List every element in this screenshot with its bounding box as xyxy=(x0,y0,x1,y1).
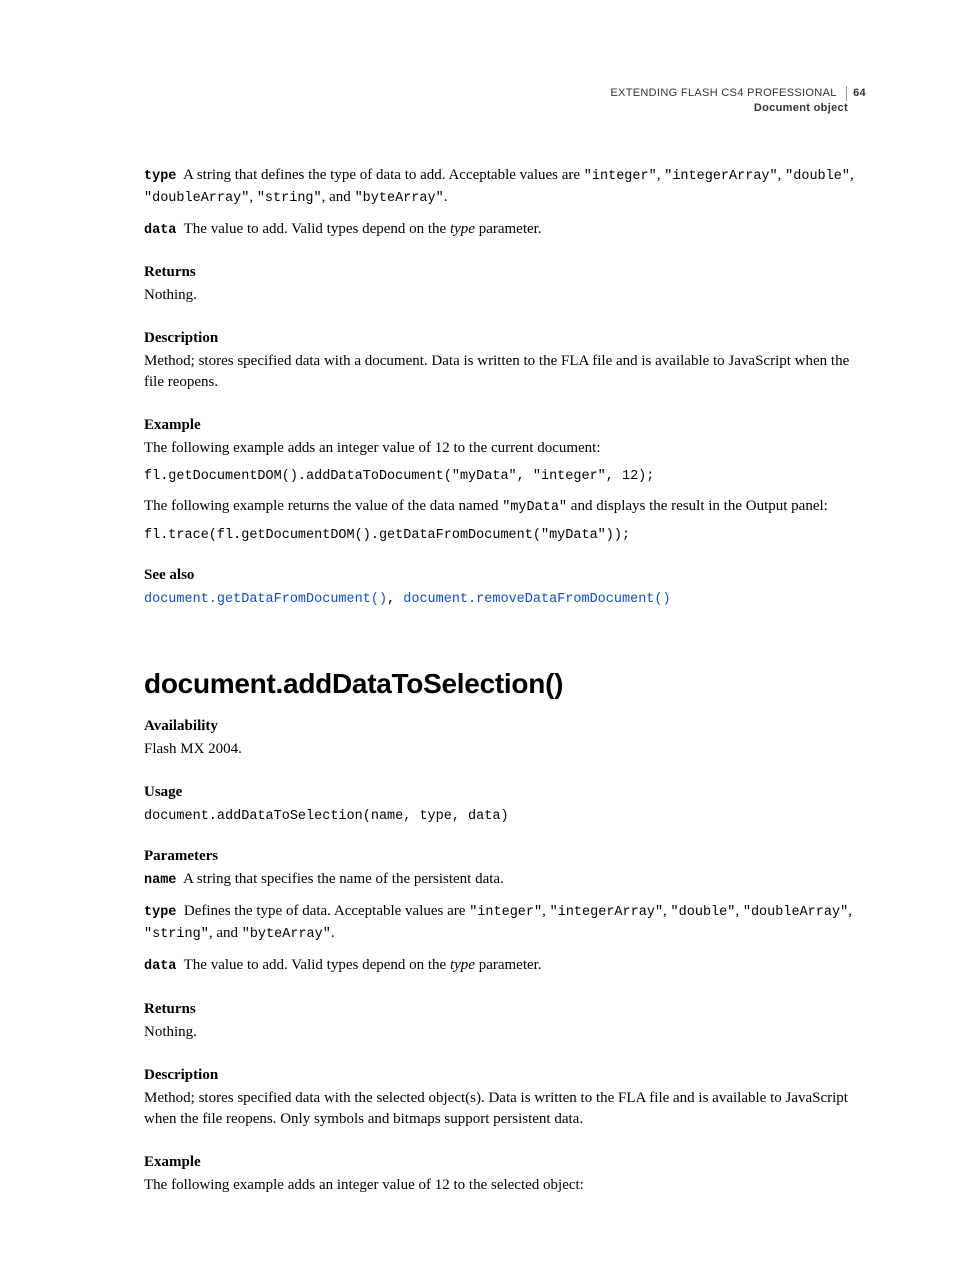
text: parameter. xyxy=(475,221,542,237)
returns-heading: Returns xyxy=(144,264,866,281)
description-heading: Description xyxy=(144,1067,866,1084)
example-intro-1: The following example adds an integer va… xyxy=(144,438,866,459)
page-header: EXTENDING FLASH CS4 PROFESSIONAL 64 Docu… xyxy=(144,86,866,117)
example-heading: Example xyxy=(144,417,866,434)
code-literal: "integer" xyxy=(584,169,657,184)
see-also-links: document.getDataFromDocument(), document… xyxy=(144,588,866,610)
code-literal: "byteArray" xyxy=(355,191,444,206)
usage-heading: Usage xyxy=(144,784,866,801)
code-literal: "integerArray" xyxy=(664,169,777,184)
code-literal: "byteArray" xyxy=(242,927,331,942)
description-text: Method; stores specified data with a doc… xyxy=(144,351,866,393)
code-literal: "double" xyxy=(785,169,850,184)
returns-heading: Returns xyxy=(144,1001,866,1018)
header-title: EXTENDING FLASH CS4 PROFESSIONAL xyxy=(610,86,836,101)
param-name-code: name xyxy=(144,873,176,888)
text: , xyxy=(387,592,403,607)
text: . xyxy=(444,189,448,205)
param-name-code: type xyxy=(144,905,176,920)
text: , and xyxy=(322,189,355,205)
param-name-code: data xyxy=(144,223,176,238)
availability-text: Flash MX 2004. xyxy=(144,739,866,760)
availability-heading: Availability xyxy=(144,718,866,735)
link-removedatafromdocument[interactable]: document.removeDataFromDocument() xyxy=(403,592,670,607)
text: The value to add. Valid types depend on … xyxy=(184,221,450,237)
param-data: data The value to add. Valid types depen… xyxy=(144,955,866,977)
text: parameter. xyxy=(475,957,542,973)
description-text: Method; stores specified data with the s… xyxy=(144,1088,866,1130)
header-section: Document object xyxy=(144,101,848,116)
code-literal: "integer" xyxy=(469,905,542,920)
returns-text: Nothing. xyxy=(144,1022,866,1043)
param-type-desc: A string that defines the type of data t… xyxy=(183,167,584,183)
page: EXTENDING FLASH CS4 PROFESSIONAL 64 Docu… xyxy=(0,0,954,1266)
param-data: data The value to add. Valid types depen… xyxy=(144,219,866,241)
text: A string that specifies the name of the … xyxy=(183,871,504,887)
text-italic: type xyxy=(450,221,475,237)
example-intro: The following example adds an integer va… xyxy=(144,1175,866,1196)
example-heading: Example xyxy=(144,1154,866,1171)
description-heading: Description xyxy=(144,330,866,347)
text: , and xyxy=(209,925,242,941)
code-block: document.addDataToSelection(name, type, … xyxy=(144,809,866,824)
param-name-code: data xyxy=(144,959,176,974)
code-literal: "string" xyxy=(257,191,322,206)
see-also-heading: See also xyxy=(144,567,866,584)
code-literal: "integerArray" xyxy=(550,905,663,920)
text: Defines the type of data. Acceptable val… xyxy=(184,903,469,919)
text: . xyxy=(331,925,335,941)
code-block: fl.trace(fl.getDocumentDOM().getDataFrom… xyxy=(144,528,866,543)
text: and displays the result in the Output pa… xyxy=(567,498,828,514)
text-italic: type xyxy=(450,957,475,973)
link-getdatafromdocument[interactable]: document.getDataFromDocument() xyxy=(144,592,387,607)
code-literal: "double" xyxy=(671,905,736,920)
method-title: document.addDataToSelection() xyxy=(144,668,866,700)
parameters-heading: Parameters xyxy=(144,848,866,865)
code-block: fl.getDocumentDOM().addDataToDocument("m… xyxy=(144,469,866,484)
code-literal: "string" xyxy=(144,927,209,942)
param-type: type A string that defines the type of d… xyxy=(144,165,866,209)
param-type: type Defines the type of data. Acceptabl… xyxy=(144,901,866,945)
param-name-code: type xyxy=(144,169,176,184)
code-literal: "doubleArray" xyxy=(743,905,848,920)
text: The value to add. Valid types depend on … xyxy=(184,957,450,973)
param-name: name A string that specifies the name of… xyxy=(144,869,866,891)
code-literal: "doubleArray" xyxy=(144,191,249,206)
example-intro-2: The following example returns the value … xyxy=(144,496,866,518)
code-literal: "myData" xyxy=(502,500,567,515)
returns-text: Nothing. xyxy=(144,285,866,306)
page-number: 64 xyxy=(846,86,866,101)
text: The following example returns the value … xyxy=(144,498,502,514)
